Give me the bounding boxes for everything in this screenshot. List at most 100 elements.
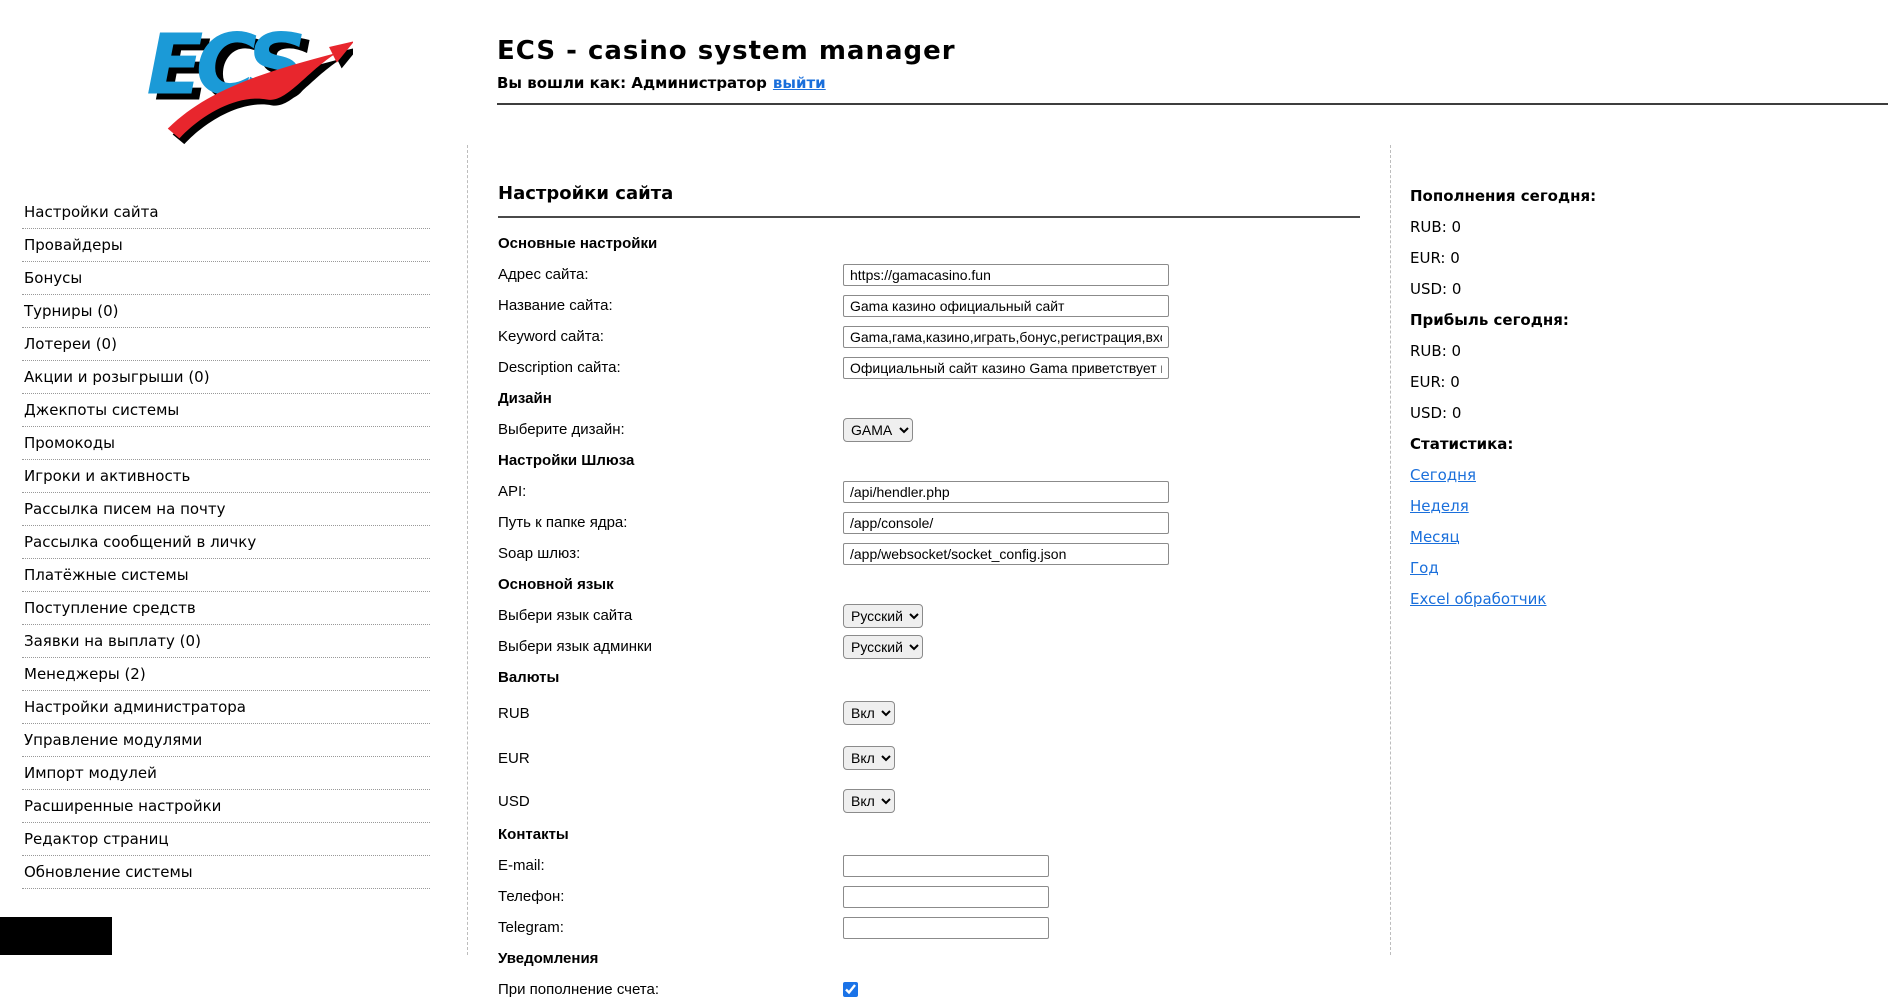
deposits-eur: EUR: 0 bbox=[1410, 242, 1880, 273]
deposits-rub: RUB: 0 bbox=[1410, 211, 1880, 242]
field-label: Soap шлюз: bbox=[498, 545, 843, 562]
title-divider bbox=[498, 216, 1360, 218]
form-row: Выбери язык сайта Русский bbox=[498, 600, 1360, 631]
form-row: Название сайта: bbox=[498, 290, 1360, 321]
field-label: API: bbox=[498, 483, 843, 500]
stats-link-excel-handler[interactable]: Excel обработчик bbox=[1410, 590, 1546, 608]
email-input[interactable] bbox=[843, 855, 1049, 877]
field-label: Адрес сайта: bbox=[498, 266, 843, 283]
stats-link-week[interactable]: Неделя bbox=[1410, 497, 1469, 515]
sidebar-item-site-settings[interactable]: Настройки сайта bbox=[22, 196, 430, 229]
field-label: Выбери язык админки bbox=[498, 638, 843, 655]
telegram-input[interactable] bbox=[843, 917, 1049, 939]
profit-eur: EUR: 0 bbox=[1410, 366, 1880, 397]
sidebar-item-advanced-settings[interactable]: Расширенные настройки bbox=[22, 790, 430, 823]
form-row: RUB Вкл bbox=[498, 693, 1360, 733]
sidebar-item-module-import[interactable]: Импорт модулей bbox=[22, 757, 430, 790]
form-row: Выбери язык админки Русский bbox=[498, 631, 1360, 662]
phone-input[interactable] bbox=[843, 886, 1049, 908]
field-label: E-mail: bbox=[498, 857, 843, 874]
field-label: Telegram: bbox=[498, 919, 843, 936]
site-description-input[interactable] bbox=[843, 357, 1169, 379]
field-label: Выбери язык сайта bbox=[498, 607, 843, 624]
sidebar-item-players-activity[interactable]: Игроки и активность bbox=[22, 460, 430, 493]
page-title: Настройки сайта bbox=[498, 183, 1360, 204]
sidebar-item-payment-systems[interactable]: Платёжные системы bbox=[22, 559, 430, 592]
sidebar-item-pm-newsletter[interactable]: Рассылка сообщений в личку bbox=[22, 526, 430, 559]
field-label: При пополнение счета: bbox=[498, 981, 843, 998]
sidebar-item-email-newsletter[interactable]: Рассылка писем на почту bbox=[22, 493, 430, 526]
field-label: EUR bbox=[498, 750, 843, 767]
form-row: Description сайта: bbox=[498, 352, 1360, 383]
sidebar-item-payout-requests[interactable]: Заявки на выплату (0) bbox=[22, 625, 430, 658]
sidebar-item-promotions[interactable]: Акции и розыгрыши (0) bbox=[22, 361, 430, 394]
field-label: USD bbox=[498, 793, 843, 810]
sidebar-item-jackpots[interactable]: Джекпоты системы bbox=[22, 394, 430, 427]
ecs-logo[interactable]: ECS ECS bbox=[138, 14, 353, 150]
section-notifications: Уведомления bbox=[498, 950, 598, 967]
form-row: Путь к папке ядра: bbox=[498, 507, 1360, 538]
sidebar-item-incoming-funds[interactable]: Поступление средств bbox=[22, 592, 430, 625]
stats-panel: Пополнения сегодня: RUB: 0 EUR: 0 USD: 0… bbox=[1410, 180, 1880, 614]
header-divider bbox=[497, 103, 1888, 105]
sidebar-item-system-update[interactable]: Обновление системы bbox=[22, 856, 430, 889]
eur-toggle-select[interactable]: Вкл bbox=[843, 746, 895, 770]
site-keywords-input[interactable] bbox=[843, 326, 1169, 348]
statistics-title: Статистика: bbox=[1410, 428, 1880, 459]
site-settings-panel: Настройки сайта Основные настройки Адрес… bbox=[467, 145, 1391, 955]
field-label: Keyword сайта: bbox=[498, 328, 843, 345]
form-row: При пополнение счета: bbox=[498, 974, 1360, 1005]
section-design: Дизайн bbox=[498, 390, 552, 407]
field-label: Выберите дизайн: bbox=[498, 421, 843, 438]
api-input[interactable] bbox=[843, 481, 1169, 503]
sidebar-item-providers[interactable]: Провайдеры bbox=[22, 229, 430, 262]
profit-rub: RUB: 0 bbox=[1410, 335, 1880, 366]
section-main-language: Основной язык bbox=[498, 576, 614, 593]
form-row: E-mail: bbox=[498, 850, 1360, 881]
sidebar-item-tournaments[interactable]: Турниры (0) bbox=[22, 295, 430, 328]
form-row: Keyword сайта: bbox=[498, 321, 1360, 352]
sidebar-item-bonuses[interactable]: Бонусы bbox=[22, 262, 430, 295]
profit-usd: USD: 0 bbox=[1410, 397, 1880, 428]
deposit-notification-checkbox[interactable] bbox=[843, 982, 858, 997]
form-row: Адрес сайта: bbox=[498, 259, 1360, 290]
form-row: Выберите дизайн: GAMA bbox=[498, 414, 1360, 445]
form-row: USD Вкл bbox=[498, 783, 1360, 819]
sidebar-item-lotteries[interactable]: Лотереи (0) bbox=[22, 328, 430, 361]
bottom-left-black-bar bbox=[0, 917, 112, 955]
deposits-today-title: Пополнения сегодня: bbox=[1410, 180, 1880, 211]
site-language-select[interactable]: Русский bbox=[843, 604, 923, 628]
field-label: Путь к папке ядра: bbox=[498, 514, 843, 531]
logout-link[interactable]: выйти bbox=[773, 74, 826, 92]
usd-toggle-select[interactable]: Вкл bbox=[843, 789, 895, 813]
site-name-input[interactable] bbox=[843, 295, 1169, 317]
sidebar-item-module-management[interactable]: Управление модулями bbox=[22, 724, 430, 757]
ecs-logo-image: ECS ECS bbox=[138, 14, 353, 150]
form-row: Telegram: bbox=[498, 912, 1360, 943]
section-contacts: Контакты bbox=[498, 826, 569, 843]
soap-gateway-input[interactable] bbox=[843, 543, 1169, 565]
section-basic-settings: Основные настройки bbox=[498, 235, 657, 252]
form-row: Телефон: bbox=[498, 881, 1360, 912]
field-label: RUB bbox=[498, 705, 843, 722]
section-gateway-settings: Настройки Шлюза bbox=[498, 452, 634, 469]
stats-link-year[interactable]: Год bbox=[1410, 559, 1439, 577]
design-select[interactable]: GAMA bbox=[843, 418, 913, 442]
stats-link-today[interactable]: Сегодня bbox=[1410, 466, 1476, 484]
stats-link-month[interactable]: Месяц bbox=[1410, 528, 1460, 546]
sidebar-item-managers[interactable]: Менеджеры (2) bbox=[22, 658, 430, 691]
rub-toggle-select[interactable]: Вкл bbox=[843, 701, 895, 725]
form-row: API: bbox=[498, 476, 1360, 507]
sidebar-item-admin-settings[interactable]: Настройки администратора bbox=[22, 691, 430, 724]
sidebar-item-page-editor[interactable]: Редактор страниц bbox=[22, 823, 430, 856]
form-row: Soap шлюз: bbox=[498, 538, 1360, 569]
site-address-input[interactable] bbox=[843, 264, 1169, 286]
app-title: ECS - casino system manager bbox=[497, 36, 956, 66]
deposits-usd: USD: 0 bbox=[1410, 273, 1880, 304]
field-label: Телефон: bbox=[498, 888, 843, 905]
sidebar-menu: Настройки сайта Провайдеры Бонусы Турнир… bbox=[22, 196, 430, 889]
section-currencies: Валюты bbox=[498, 669, 559, 686]
admin-language-select[interactable]: Русский bbox=[843, 635, 923, 659]
core-path-input[interactable] bbox=[843, 512, 1169, 534]
sidebar-item-promocodes[interactable]: Промокоды bbox=[22, 427, 430, 460]
